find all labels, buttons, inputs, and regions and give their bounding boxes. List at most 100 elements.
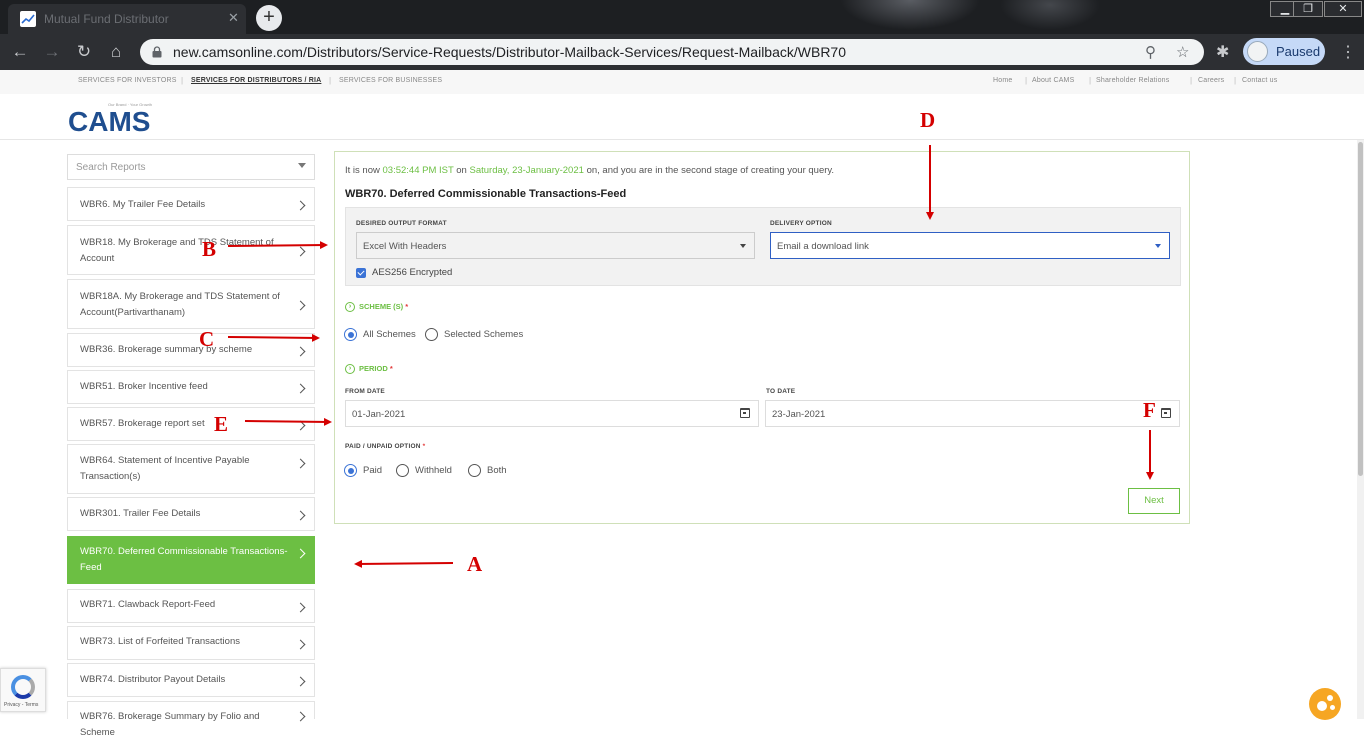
radio-paid-label: Paid (363, 465, 383, 476)
sidebar-item-wbr71[interactable]: WBR71. Clawback Report-Feed (67, 589, 315, 623)
tab-title: Mutual Fund Distributor (44, 12, 169, 26)
sidebar-item-wbr51[interactable]: WBR51. Broker Incentive feed (67, 370, 315, 404)
arrow-a (354, 559, 454, 568)
sidebar-item-label: WBR76. Brokerage Summary by Folio and Sc… (80, 711, 260, 738)
sidebar-item-label: WBR18. My Brokerage and TDS Statement of… (80, 237, 274, 264)
recaptcha-badge[interactable]: Privacy - Terms (0, 668, 46, 712)
from-date-value: 01-Jan-2021 (352, 409, 406, 420)
new-tab-button[interactable]: + (256, 5, 282, 31)
sidebar-item-wbr73[interactable]: WBR73. List of Forfeited Transactions (67, 626, 315, 660)
annotation-letter-c: C (199, 327, 215, 351)
browser-tab[interactable]: Mutual Fund Distributor ✕ (8, 4, 246, 34)
output-format-label: DESIRED OUTPUT FORMAT (356, 220, 447, 227)
close-window-button[interactable]: ✕ (1324, 1, 1362, 17)
sidebar-item-wbr64[interactable]: WBR64. Statement of Incentive Payable Tr… (67, 444, 315, 494)
output-format-select[interactable]: Excel With Headers (356, 232, 755, 259)
chevron-right-icon (295, 383, 306, 394)
chevron-circle-icon: › (345, 302, 355, 313)
cams-logo[interactable]: Our Brand · Your Growth CAMS (68, 102, 158, 137)
home-icon[interactable]: ⌂ (106, 42, 126, 62)
sidebar-item-wbr18a[interactable]: WBR18A. My Brokerage and TDS Statement o… (67, 279, 315, 329)
search-reports-placeholder: Search Reports (76, 162, 146, 173)
sidebar-item-wbr70[interactable]: WBR70. Deferred Commissionable Transacti… (67, 536, 315, 584)
status-time: 03:52:44 PM IST (382, 165, 454, 176)
sidebar-item-wbr74[interactable]: WBR74. Distributor Payout Details (67, 663, 315, 697)
page-scrollbar[interactable] (1357, 140, 1364, 719)
sidebar-item-wbr76[interactable]: WBR76. Brokerage Summary by Folio and Sc… (67, 701, 315, 738)
top-navigation: SERVICES FOR INVESTORS | SERVICES FOR DI… (0, 70, 1364, 94)
nav-home[interactable]: Home (993, 77, 1012, 84)
radio-paid[interactable] (344, 464, 357, 477)
recaptcha-icon (11, 675, 35, 699)
nav-services-businesses[interactable]: SERVICES FOR BUSINESSES (339, 77, 442, 84)
scrollbar-thumb[interactable] (1358, 142, 1363, 476)
radio-both[interactable] (468, 464, 481, 477)
sidebar-item-label: WBR301. Trailer Fee Details (80, 508, 201, 519)
sidebar-item-label: WBR74. Distributor Payout Details (80, 674, 226, 685)
reload-icon[interactable]: ↻ (74, 42, 94, 62)
status-on: on (456, 165, 467, 176)
tab-close-icon[interactable]: ✕ (228, 10, 239, 26)
nav-services-distributors[interactable]: SERVICES FOR DISTRIBUTORS / RIA (191, 77, 321, 84)
aes256-checkbox[interactable] (356, 268, 366, 278)
sidebar-item-label: WBR18A. My Brokerage and TDS Statement o… (80, 291, 280, 318)
logo-text: CAMS (68, 106, 151, 137)
chart-favicon-icon (20, 11, 36, 27)
period-section-heading[interactable]: › PERIOD * (345, 364, 393, 375)
paid-option-text: PAID / UNPAID OPTION (345, 443, 421, 450)
profile-button[interactable]: Paused (1243, 38, 1325, 65)
sidebar-item-wbr301[interactable]: WBR301. Trailer Fee Details (67, 497, 315, 531)
nav-contact[interactable]: Contact us (1242, 77, 1277, 84)
zoom-search-icon[interactable]: ⚲ (1145, 43, 1156, 61)
calendar-icon[interactable] (1161, 408, 1171, 418)
required-mark: * (422, 443, 426, 450)
recaptcha-text: Privacy - Terms (4, 702, 39, 708)
chevron-right-icon (295, 300, 306, 311)
sidebar-item-label: WBR51. Broker Incentive feed (80, 381, 208, 392)
sidebar-item-wbr36[interactable]: WBR36. Brokerage summary by scheme (67, 333, 315, 367)
from-date-label: FROM DATE (345, 388, 385, 395)
sidebar-item-wbr6[interactable]: WBR6. My Trailer Fee Details (67, 187, 315, 221)
chevron-right-icon (295, 420, 306, 431)
chat-widget-icon[interactable] (1309, 688, 1341, 720)
sidebar-item-label: WBR57. Brokerage report set (80, 418, 205, 429)
nav-careers[interactable]: Careers (1198, 77, 1224, 84)
radio-selected-schemes[interactable] (425, 328, 438, 341)
chevron-right-icon (295, 246, 306, 257)
nav-about[interactable]: About CAMS (1032, 77, 1074, 84)
address-bar[interactable]: new.camsonline.com/Distributors/Service-… (140, 39, 1204, 65)
bookmark-star-icon[interactable]: ☆ (1176, 43, 1189, 61)
nav-shareholder-relations[interactable]: Shareholder Relations (1096, 77, 1169, 84)
extensions-puzzle-icon[interactable]: ✱ (1216, 42, 1229, 62)
next-button[interactable]: Next (1128, 488, 1180, 514)
annotation-letter-f: F (1143, 398, 1156, 422)
scheme-heading-text: SCHEME (S) (359, 302, 404, 311)
back-icon[interactable]: ← (10, 42, 30, 62)
search-reports-dropdown[interactable]: Search Reports (67, 154, 315, 180)
to-date-input[interactable]: 23-Jan-2021 (765, 400, 1180, 427)
sidebar-item-label: WBR36. Brokerage summary by scheme (80, 344, 253, 355)
paid-option-label: PAID / UNPAID OPTION * (345, 443, 425, 450)
sidebar-item-wbr57[interactable]: WBR57. Brokerage report set (67, 407, 315, 441)
sidebar-item-wbr18[interactable]: WBR18. My Brokerage and TDS Statement of… (67, 225, 315, 275)
restore-button[interactable]: ❐ (1293, 1, 1323, 17)
background-glow (840, 0, 980, 30)
radio-withheld-label: Withheld (415, 465, 452, 476)
chevron-right-icon (295, 602, 306, 613)
status-date: Saturday, 23-January-2021 (469, 165, 584, 176)
nav-services-investors[interactable]: SERVICES FOR INVESTORS (78, 77, 177, 84)
calendar-icon[interactable] (740, 408, 750, 418)
sidebar-item-label: WBR73. List of Forfeited Transactions (80, 636, 240, 647)
radio-withheld[interactable] (396, 464, 409, 477)
sidebar-item-label: WBR71. Clawback Report-Feed (80, 599, 216, 610)
scheme-section-heading[interactable]: › SCHEME (S) * (345, 302, 408, 313)
sidebar-item-label: WBR6. My Trailer Fee Details (80, 199, 206, 210)
radio-all-schemes[interactable] (344, 328, 357, 341)
chevron-right-icon (295, 346, 306, 357)
chevron-right-icon (295, 510, 306, 521)
forward-icon[interactable]: → (42, 42, 62, 62)
browser-menu-icon[interactable]: ⋮ (1340, 42, 1356, 62)
from-date-input[interactable]: 01-Jan-2021 (345, 400, 759, 427)
status-line: It is now 03:52:44 PM IST on Saturday, 2… (345, 165, 834, 176)
delivery-option-select[interactable]: Email a download link (770, 232, 1170, 259)
